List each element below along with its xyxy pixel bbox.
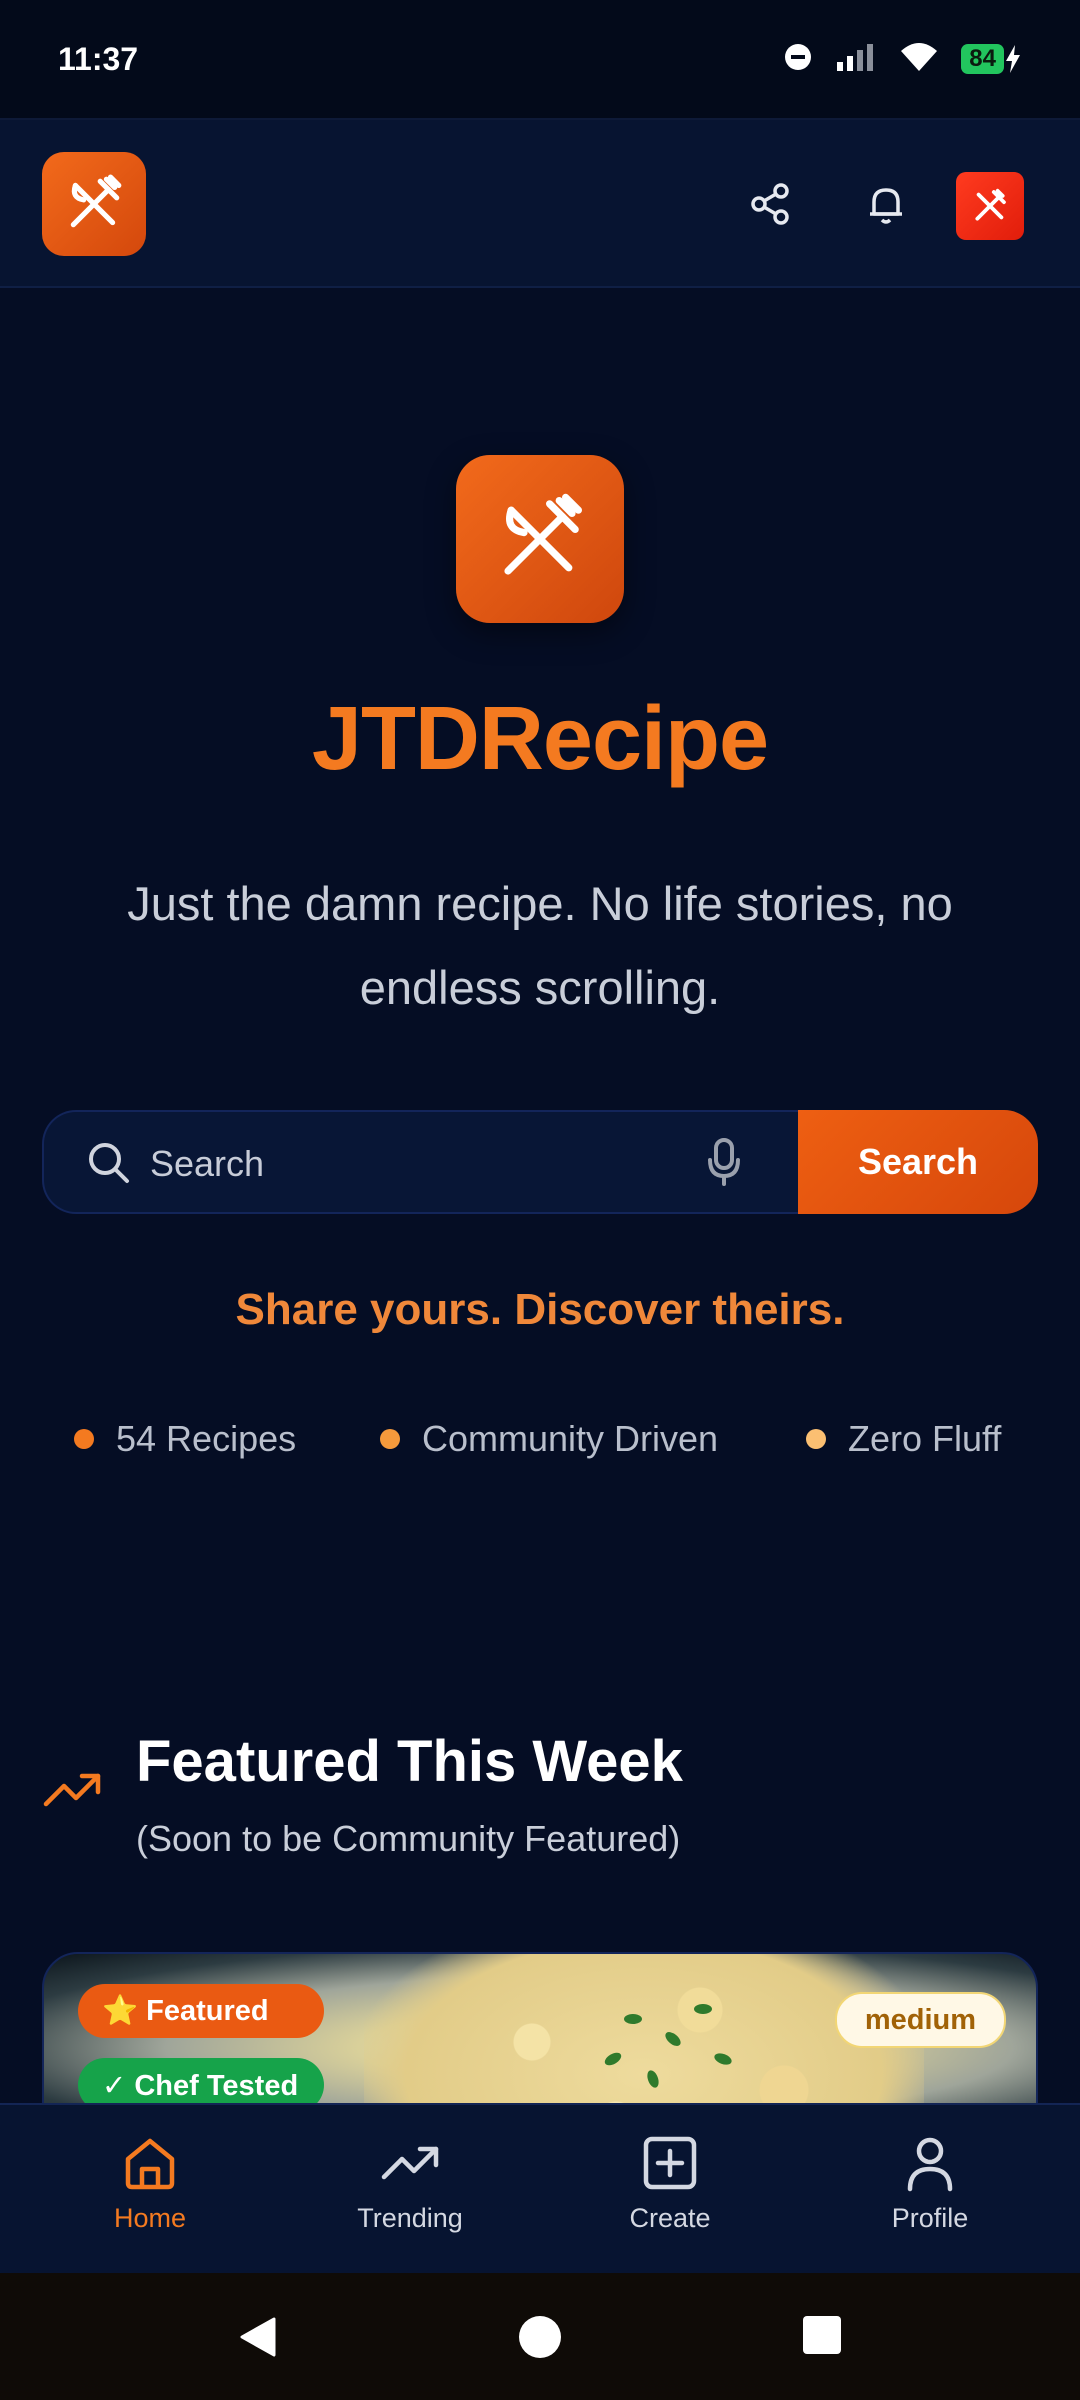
home-circle-icon[interactable] <box>518 2315 562 2364</box>
stat-dot <box>806 1429 826 1449</box>
share-icon <box>751 183 789 225</box>
signal-icon <box>835 42 877 77</box>
trending-icon <box>42 1770 104 1815</box>
search-icon <box>86 1140 132 1191</box>
recents-icon[interactable] <box>802 2315 842 2360</box>
nav-trending[interactable]: Trending <box>310 2133 510 2253</box>
fork-knife-icon <box>975 188 1006 221</box>
stat-zero-fluff: Zero Fluff <box>806 1418 1001 1460</box>
search-button[interactable]: Search <box>798 1110 1038 1214</box>
stat-community: Community Driven <box>380 1418 718 1460</box>
user-avatar-button[interactable] <box>956 172 1024 240</box>
stat-recipes: 54 Recipes <box>74 1418 296 1460</box>
status-icons: 84 <box>783 41 1022 78</box>
app-logo-button[interactable] <box>42 152 146 256</box>
nav-home[interactable]: Home <box>50 2133 250 2253</box>
nav-label: Create <box>629 2203 711 2233</box>
battery-indicator: 84 <box>961 44 1022 74</box>
nav-label: Trending <box>357 2203 463 2233</box>
charging-icon <box>1006 45 1020 73</box>
status-bar: 11:37 84 <box>0 0 1080 118</box>
featured-subtitle: (Soon to be Community Featured) <box>136 1818 681 1859</box>
notifications-button[interactable] <box>860 178 912 230</box>
do-not-disturb-icon <box>783 42 813 77</box>
fork-knife-icon <box>504 493 582 575</box>
app-header <box>0 118 1080 288</box>
featured-badge: ⭐ Featured <box>78 1984 324 2038</box>
stat-dot <box>380 1429 400 1449</box>
nav-label: Profile <box>891 2203 969 2233</box>
stat-label: 54 Recipes <box>116 1418 297 1459</box>
featured-recipe-card[interactable]: ⭐ Featured ✓ Chef Tested medium <box>42 1952 1038 2112</box>
battery-level: 84 <box>961 44 1004 74</box>
nav-label: Home <box>113 2203 187 2233</box>
system-nav-bar <box>0 2273 1080 2400</box>
bottom-nav: Home Trending Create Profile <box>0 2103 1080 2273</box>
bell-icon <box>870 188 902 224</box>
tagline: Just the damn recipe. No life stories, n… <box>127 877 953 1014</box>
stats-row: 54 Recipes Community Driven Zero Fluff <box>0 1418 1080 1462</box>
microphone-icon[interactable] <box>706 1136 742 1193</box>
trending-icon <box>381 2146 439 2180</box>
user-icon <box>907 2137 953 2192</box>
home-icon <box>125 2138 175 2190</box>
app-title: JTDRecipe <box>311 689 769 789</box>
back-icon[interactable] <box>236 2315 280 2364</box>
search-box <box>42 1110 800 1214</box>
wifi-icon <box>899 41 939 78</box>
difficulty-badge: medium <box>834 1992 1006 2048</box>
stat-label: Community Driven <box>422 1418 719 1459</box>
stat-label: Zero Fluff <box>848 1418 1002 1459</box>
nav-profile[interactable]: Profile <box>830 2133 1030 2253</box>
search-input[interactable] <box>150 1134 710 1194</box>
share-button[interactable] <box>745 178 797 230</box>
hero-logo <box>456 455 624 623</box>
fork-knife-icon <box>70 174 122 228</box>
featured-title: Featured This Week <box>136 1729 683 1794</box>
nav-create[interactable]: Create <box>570 2133 770 2253</box>
plus-square-icon <box>643 2136 697 2190</box>
stat-dot <box>74 1429 94 1449</box>
share-line: Share yours. Discover theirs. <box>235 1285 845 1334</box>
screen: 11:37 84 JTDRecipe Just the damn recipe.… <box>0 0 1080 2400</box>
status-time: 11:37 <box>58 40 139 77</box>
